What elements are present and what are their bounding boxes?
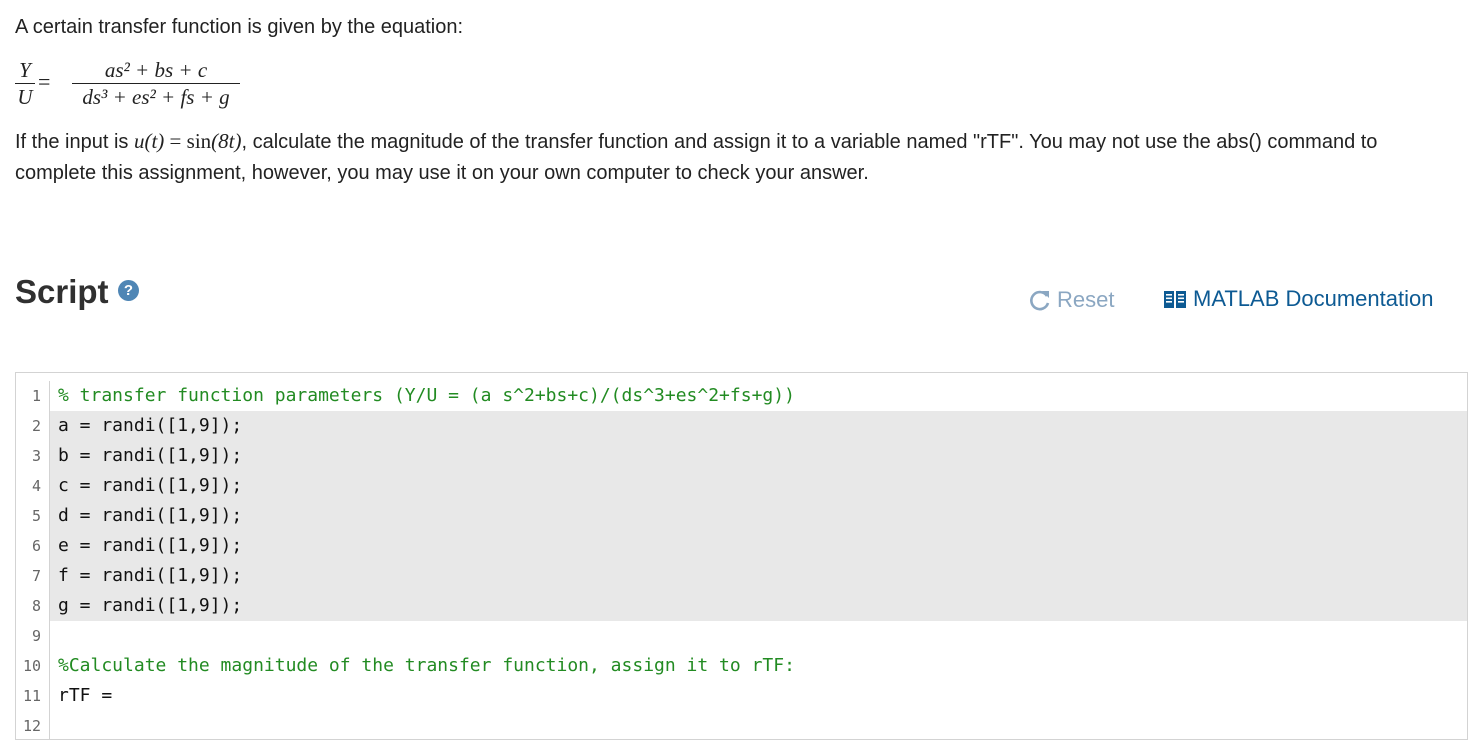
- line-number: 2: [16, 411, 50, 441]
- line-number: 5: [16, 501, 50, 531]
- rhs-numerator: as² + bs + c: [104, 58, 208, 82]
- line-number: 6: [16, 531, 50, 561]
- problem-intro: A certain transfer function is given by …: [15, 16, 464, 38]
- matlab-documentation-link[interactable]: MATLAB Documentation: [1163, 286, 1433, 312]
- line-number: 9: [16, 621, 50, 651]
- input-arg: (8t): [211, 129, 242, 153]
- line-number: 12: [16, 711, 50, 739]
- line-number: 10: [16, 651, 50, 681]
- problem-paragraph: If the input is u(t) = sin(8t), calculat…: [15, 126, 1455, 189]
- line-number: 3: [16, 441, 50, 471]
- lhs-fraction: Y U: [15, 58, 35, 109]
- fraction-bar: [15, 83, 35, 84]
- lhs-numerator: Y: [19, 58, 31, 82]
- code-line-12[interactable]: 12: [16, 711, 1467, 739]
- code-line-6[interactable]: 6e = randi([1,9]);: [16, 531, 1467, 561]
- code-text[interactable]: e = randi([1,9]);: [50, 531, 1467, 561]
- input-func: sin: [186, 129, 212, 153]
- lhs-denominator: U: [17, 85, 33, 109]
- equals-sign: =: [38, 69, 51, 94]
- doc-label: MATLAB Documentation: [1193, 286, 1434, 311]
- line-number: 1: [16, 381, 50, 411]
- code-text[interactable]: d = randi([1,9]);: [50, 501, 1467, 531]
- rhs-denominator: ds³ + es² + fs + g: [82, 85, 230, 109]
- line-number: 8: [16, 591, 50, 621]
- script-title: Script: [15, 273, 109, 310]
- code-text[interactable]: [50, 621, 1467, 651]
- fraction-bar: [72, 83, 240, 84]
- code-line-2[interactable]: 2a = randi([1,9]);: [16, 411, 1467, 441]
- code-line-9[interactable]: 9: [16, 621, 1467, 651]
- question-circle-icon[interactable]: ?: [118, 280, 139, 301]
- paragraph-lead: If the input is: [15, 131, 134, 153]
- rhs-fraction: as² + bs + c ds³ + es² + fs + g: [72, 58, 240, 109]
- input-equals: =: [164, 129, 187, 153]
- code-editor[interactable]: 1% transfer function parameters (Y/U = (…: [15, 372, 1468, 740]
- code-text[interactable]: rTF =: [50, 681, 1467, 711]
- code-line-7[interactable]: 7f = randi([1,9]);: [16, 561, 1467, 591]
- code-line-10[interactable]: 10 %Calculate the magnitude of the transf…: [16, 651, 1467, 681]
- book-icon: [1163, 288, 1187, 310]
- code-text[interactable]: g = randi([1,9]);: [50, 591, 1467, 621]
- code-line-4[interactable]: 4c = randi([1,9]);: [16, 471, 1467, 501]
- line-number: 11: [16, 681, 50, 711]
- input-equation: u(t) = sin(8t): [134, 129, 242, 153]
- code-text[interactable]: [50, 711, 1467, 739]
- input-lhs: u(t): [133, 129, 165, 153]
- code-text[interactable]: f = randi([1,9]);: [50, 561, 1467, 591]
- refresh-icon: [1028, 288, 1052, 312]
- code-line-11[interactable]: 11 rTF =: [16, 681, 1467, 711]
- code-text[interactable]: a = randi([1,9]);: [50, 411, 1467, 441]
- reset-label: Reset: [1057, 287, 1115, 312]
- code-line-8[interactable]: 8g = randi([1,9]);: [16, 591, 1467, 621]
- reset-button[interactable]: Reset: [1028, 287, 1114, 313]
- code-line-5[interactable]: 5d = randi([1,9]);: [16, 501, 1467, 531]
- code-text[interactable]: c = randi([1,9]);: [50, 471, 1467, 501]
- code-text[interactable]: %Calculate the magnitude of the transfer…: [50, 651, 1467, 681]
- code-line-1[interactable]: 1% transfer function parameters (Y/U = (…: [16, 381, 1467, 411]
- line-number: 7: [16, 561, 50, 591]
- code-text[interactable]: % transfer function parameters (Y/U = (a…: [50, 381, 1467, 411]
- code-text[interactable]: b = randi([1,9]);: [50, 441, 1467, 471]
- code-line-3[interactable]: 3b = randi([1,9]);: [16, 441, 1467, 471]
- line-number: 4: [16, 471, 50, 501]
